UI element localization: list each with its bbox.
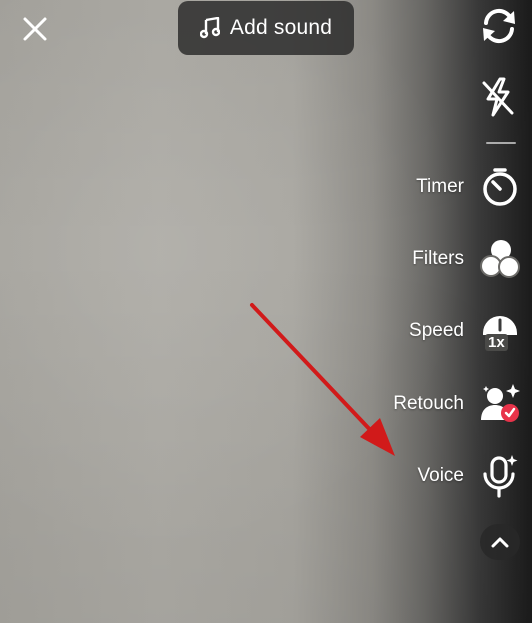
speed-icon: 1x (478, 309, 522, 353)
speed-tool[interactable]: Speed 1x (409, 307, 522, 355)
close-icon (23, 17, 47, 41)
retouch-icon (478, 382, 522, 426)
speed-badge: 1x (485, 334, 508, 351)
timer-tool[interactable]: Timer (416, 163, 522, 211)
expand-tools-button[interactable] (480, 524, 520, 560)
add-sound-button[interactable]: Add sound (178, 1, 354, 55)
toolbar-divider (486, 142, 516, 144)
retouch-tool[interactable]: Retouch (393, 380, 522, 428)
flash-button[interactable] (478, 74, 518, 120)
voice-tool[interactable]: Voice (418, 452, 522, 500)
add-sound-label: Add sound (229, 16, 333, 39)
close-button[interactable] (18, 12, 52, 46)
voice-label: Voice (417, 465, 464, 486)
filters-tool[interactable]: Filters (412, 235, 522, 283)
timer-icon (478, 165, 522, 209)
retouch-label: Retouch (393, 393, 464, 414)
speed-label: Speed (409, 320, 464, 341)
chevron-up-icon (491, 537, 509, 548)
filters-label: Filters (412, 248, 464, 269)
flip-camera-button[interactable] (476, 3, 522, 49)
voice-icon (478, 454, 522, 498)
flash-off-icon (482, 77, 514, 117)
filters-icon (478, 237, 522, 281)
flip-camera-icon (483, 8, 515, 44)
timer-label: Timer (416, 176, 464, 197)
music-note-icon (199, 17, 220, 39)
